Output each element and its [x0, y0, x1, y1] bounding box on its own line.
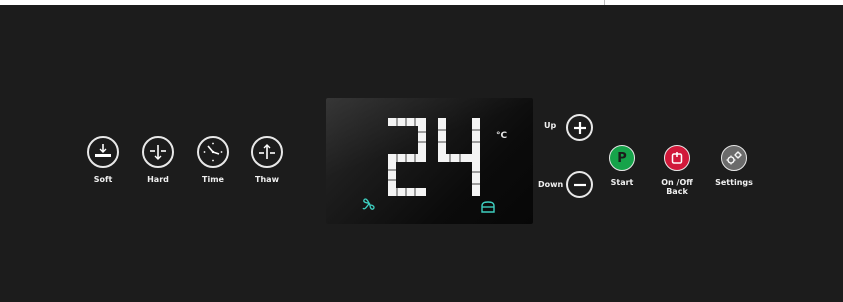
hard-icon	[142, 136, 174, 168]
plus-icon	[573, 121, 586, 134]
down-button[interactable]	[566, 171, 593, 198]
down-label: Down	[538, 180, 564, 189]
start-label: Start	[610, 178, 634, 187]
soft-button[interactable]: Soft	[73, 136, 133, 184]
soft-label: Soft	[93, 175, 113, 184]
settings-label: Settings	[715, 178, 753, 187]
thaw-button[interactable]: Thaw	[237, 136, 297, 184]
thaw-label: Thaw	[255, 175, 279, 184]
thaw-icon	[251, 136, 283, 168]
temperature-unit: °C	[496, 131, 508, 141]
fan-icon	[362, 198, 375, 210]
up-button[interactable]	[566, 114, 593, 141]
temperature-digits	[388, 118, 480, 196]
time-label: Time	[202, 175, 224, 184]
program-p-icon: P	[609, 145, 635, 171]
onoff-back-button[interactable]: On /Off Back	[647, 145, 707, 196]
start-button[interactable]: P Start	[592, 145, 652, 187]
soft-icon	[87, 136, 119, 168]
onoff-back-label: On /Off Back	[661, 178, 693, 196]
power-icon	[664, 145, 690, 171]
minus-icon	[573, 183, 586, 186]
up-label: Up	[544, 121, 557, 130]
temperature-display: °C	[326, 98, 533, 224]
hard-button[interactable]: Hard	[128, 136, 188, 184]
gears-icon	[721, 145, 747, 171]
clock-icon	[197, 136, 229, 168]
control-panel: Soft Hard Time Thaw °C Up Down P Start O…	[0, 5, 843, 302]
compartment-icon	[481, 201, 495, 213]
settings-button[interactable]: Settings	[704, 145, 764, 187]
hard-label: Hard	[147, 175, 169, 184]
time-button[interactable]: Time	[183, 136, 243, 184]
